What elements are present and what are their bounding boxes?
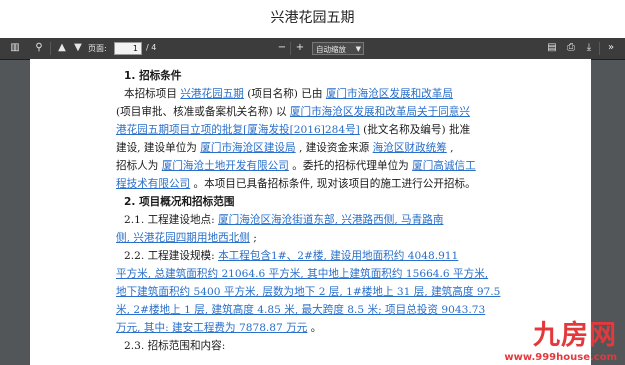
document-page: 1. 招标条件 本招标项目 兴港花园五期 (项目名称) 已由 厦门市海沧区发展和改… — [30, 59, 591, 365]
text-segment: (项目名称) 已由 — [243, 88, 326, 100]
text-segment: 2.1. 工程建设地点: — [124, 214, 219, 226]
filled-field: 厦门高诚信工 — [412, 160, 476, 172]
text-segment: 2.2. 工程建设规模: — [124, 250, 219, 262]
print-icon[interactable]: ⎙ — [564, 41, 578, 55]
zoom-in-icon[interactable]: + — [293, 41, 307, 55]
filled-field: 米, 2#楼地上 1 层, 建筑高度 4.85 米, 最大跨度 8.5 米; 项… — [116, 304, 486, 316]
open-file-icon[interactable]: ▤ — [545, 41, 559, 55]
chevron-down-icon: ▼ — [355, 45, 361, 53]
text-segment: , — [446, 142, 454, 154]
watermark-logo: 九房网 — [533, 320, 617, 351]
document-line: 米, 2#楼地上 1 层, 建筑高度 4.85 米, 最大跨度 8.5 米; 项… — [116, 301, 556, 319]
document-text: 1. 招标条件 本招标项目 兴港花园五期 (项目名称) 已由 厦门市海沧区发展和改… — [116, 67, 556, 355]
document-line: 2.2. 工程建设规模: 本工程包含1#、2#楼, 建设用地面积约 4048.9… — [116, 247, 556, 265]
filled-field: 兴港花园五期 — [180, 88, 244, 100]
filled-field: 港花园五期项目立项的批复[厦海发投[2016]284号] — [116, 124, 360, 136]
document-line: 侧, 兴港花园四期用地西北侧 ; — [116, 229, 556, 247]
filled-field: 侧, 兴港花园四期用地西北侧 — [116, 232, 250, 244]
watermark-url: www.999house.com — [504, 352, 617, 363]
filled-field: 厦门市海沧区建设局 — [200, 142, 296, 154]
filled-field: 平方米, 总建筑面积约 21064.6 平方米, 其中地上建筑面积约 15664… — [116, 268, 489, 280]
filled-field: 本工程包含1#、2#楼, 建设用地面积约 4048.911 — [218, 250, 459, 262]
text-segment: (项目审批、核准或备案机关名称) 以 — [116, 106, 290, 118]
previous-page-icon[interactable]: ▲ — [55, 41, 69, 55]
text-segment: 2.3. 招标范围和内容: — [124, 340, 226, 352]
document-line: 地下建筑面积约 5400 平方米, 层数为地下 2 层, 1#楼地上 31 层,… — [116, 283, 556, 301]
next-page-icon[interactable]: ▼ — [71, 41, 85, 55]
text-segment: 1. 招标条件 — [124, 70, 182, 82]
filled-field: 厦门海沧区海沧街道东部, 兴港路西侧, 马青路南 — [218, 214, 444, 226]
document-line: 本招标项目 兴港花园五期 (项目名称) 已由 厦门市海沧区发展和改革局 — [116, 85, 556, 103]
filled-field: 地下建筑面积约 5400 平方米, 层数为地下 2 层, 1#楼地上 31 层,… — [116, 286, 501, 298]
filled-field: 程技术有限公司 — [116, 178, 191, 190]
section-heading: 1. 招标条件 — [116, 67, 556, 85]
text-segment: 。本项目已具备招标条件, 现对该项目的施工进行公开招标。 — [190, 178, 476, 190]
page-total: / 4 — [146, 43, 157, 52]
document-line: (项目审批、核准或备案机关名称) 以 厦门市海沧区发展和改革局关于同意兴 — [116, 103, 556, 121]
text-segment: 招标人为 — [116, 160, 162, 172]
sidebar-toggle-icon[interactable]: ▥ — [8, 41, 22, 55]
document-line: 2.3. 招标范围和内容: — [116, 337, 556, 355]
toolbar-divider — [50, 42, 51, 55]
text-segment: 建设, 建设单位为 — [116, 142, 201, 154]
toolbar-divider — [290, 42, 291, 55]
zoom-value: 自动缩放 — [316, 45, 346, 54]
document-line: 程技术有限公司 。本项目已具备招标条件, 现对该项目的施工进行公开招标。 — [116, 175, 556, 193]
document-line: 建设, 建设单位为 厦门市海沧区建设局 , 建设资金来源 海沧区财政统筹 , — [116, 139, 556, 157]
search-icon[interactable]: ⚲ — [32, 41, 46, 55]
text-segment: (批文名称及编号) 批准 — [359, 124, 471, 136]
toolbar-divider — [599, 42, 600, 55]
filled-field: 万元, 其中: 建安工程费为 7878.87 万元 — [116, 322, 308, 334]
text-segment: 。 — [307, 322, 322, 334]
document-line: 万元, 其中: 建安工程费为 7878.87 万元 。 — [116, 319, 556, 337]
viewer-toolbar: ▥ ⚲ ▲ ▼ 页面: / 4 − + 自动缩放 ▼ ▤ ⎙ ⤓ » — [0, 38, 625, 60]
filled-field: 厦门市海沧区发展和改革局关于同意兴 — [289, 106, 470, 118]
text-segment: 。委托的招标代理单位为 — [288, 160, 413, 172]
page-number-input[interactable] — [114, 42, 142, 55]
document-line: 2.1. 工程建设地点: 厦门海沧区海沧街道东部, 兴港路西侧, 马青路南 — [116, 211, 556, 229]
text-segment: 2. 项目概况和招标范围 — [124, 196, 235, 208]
text-segment: ; — [249, 232, 257, 244]
pdf-viewer: ▥ ⚲ ▲ ▼ 页面: / 4 − + 自动缩放 ▼ ▤ ⎙ ⤓ » 1. 招标… — [0, 38, 625, 365]
zoom-out-icon[interactable]: − — [275, 41, 289, 55]
page-title: 兴港花园五期 — [270, 10, 355, 26]
document-line: 招标人为 厦门海沧土地开发有限公司 。委托的招标代理单位为 厦门高诚信工 — [116, 157, 556, 175]
filled-field: 厦门海沧土地开发有限公司 — [161, 160, 289, 172]
section-heading: 2. 项目概况和招标范围 — [116, 193, 556, 211]
tools-icon[interactable]: » — [604, 41, 618, 55]
text-segment: , 建设资金来源 — [295, 142, 373, 154]
document-line: 港花园五期项目立项的批复[厦海发投[2016]284号] (批文名称及编号) 批… — [116, 121, 556, 139]
page-label: 页面: — [88, 44, 107, 53]
download-icon[interactable]: ⤓ — [582, 41, 596, 55]
filled-field: 海沧区财政统筹 — [372, 142, 447, 154]
document-line: 平方米, 总建筑面积约 21064.6 平方米, 其中地上建筑面积约 15664… — [116, 265, 556, 283]
zoom-select[interactable]: 自动缩放 ▼ — [312, 42, 364, 55]
filled-field: 厦门市海沧区发展和改革局 — [325, 88, 453, 100]
text-segment: 本招标项目 — [124, 88, 181, 100]
